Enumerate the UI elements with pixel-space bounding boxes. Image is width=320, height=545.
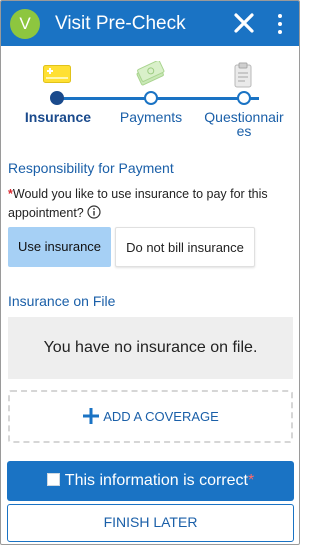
confirm-checkbox[interactable]: [46, 473, 60, 486]
question-text: Would you like to use insurance to pay f…: [8, 187, 268, 220]
header-bar: V Visit Pre-Check: [1, 1, 299, 46]
confirm-information-button[interactable]: This information is correct*: [7, 461, 294, 501]
insurance-card-icon: [43, 65, 71, 83]
use-insurance-button[interactable]: Use insurance: [8, 227, 111, 267]
plus-icon: [83, 408, 100, 424]
add-coverage-button[interactable]: ADD A COVERAGE: [8, 390, 293, 443]
section-title-insurance-on-file: Insurance on File: [8, 293, 116, 309]
no-insurance-message: You have no insurance on file.: [8, 317, 293, 379]
close-icon[interactable]: [232, 11, 256, 35]
kebab-menu-icon[interactable]: [274, 13, 286, 35]
insurance-question: *Would you like to use insurance to pay …: [8, 185, 294, 223]
confirm-required-marker: *: [247, 472, 255, 489]
step-label-questionnaires[interactable]: Questionnaires: [202, 110, 286, 138]
step-dot-insurance[interactable]: [50, 91, 64, 105]
step-dot-payments[interactable]: [144, 91, 158, 105]
step-dot-questionnaires[interactable]: [237, 91, 251, 105]
app-frame: V Visit Pre-Check Insurance Payments Que…: [0, 0, 300, 545]
info-icon[interactable]: [87, 205, 101, 219]
avatar[interactable]: V: [10, 9, 40, 39]
step-label-payments[interactable]: Payments: [111, 110, 191, 124]
step-label-insurance[interactable]: Insurance: [17, 110, 99, 124]
stepper-progress-line: [57, 97, 259, 100]
add-coverage-label: ADD A COVERAGE: [103, 409, 219, 424]
money-icon: [136, 61, 165, 86]
finish-later-button[interactable]: FINISH LATER: [7, 504, 294, 542]
clipboard-icon: [234, 62, 252, 88]
do-not-bill-insurance-button[interactable]: Do not bill insurance: [115, 227, 255, 267]
page-title: Visit Pre-Check: [55, 13, 186, 34]
section-title-responsibility: Responsibility for Payment: [8, 160, 174, 176]
confirm-label: This information is correct: [64, 472, 248, 489]
